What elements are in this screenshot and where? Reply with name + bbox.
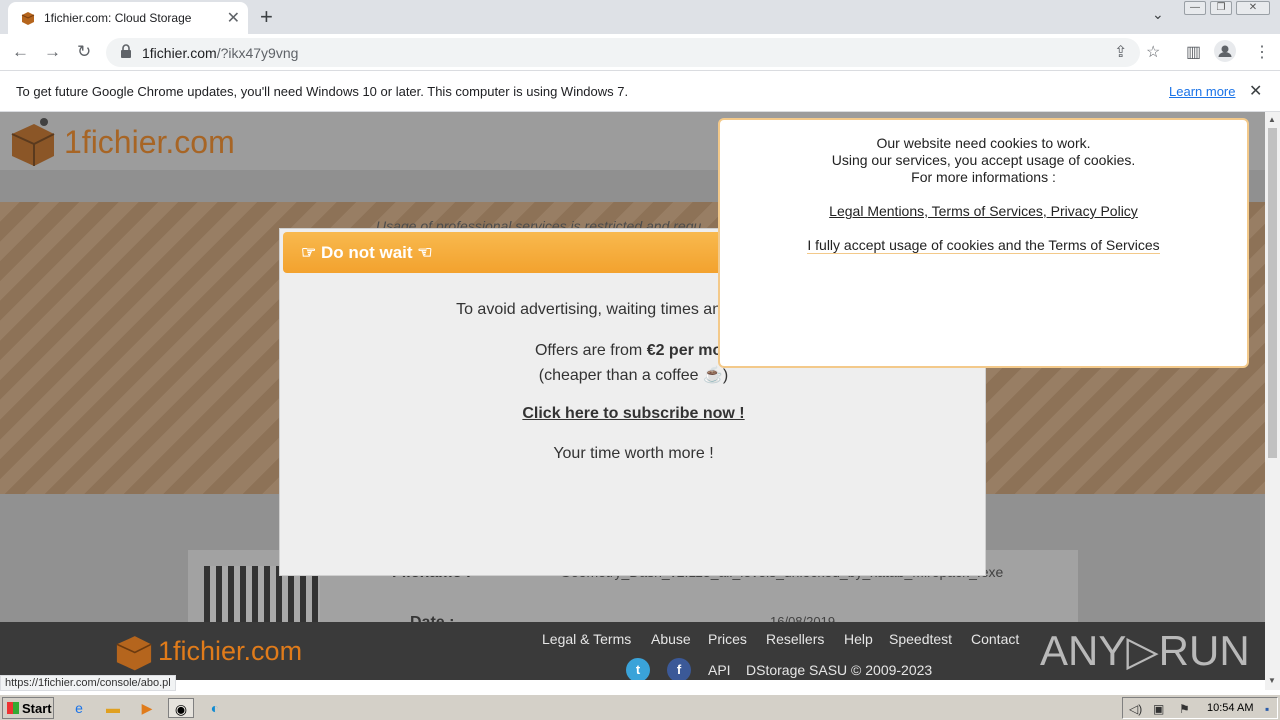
sidepanel-icon[interactable]: ▥	[1186, 42, 1201, 62]
footer-link-prices[interactable]: Prices	[708, 631, 747, 647]
footer-link-help[interactable]: Help	[844, 631, 873, 647]
show-desktop-icon[interactable]: ▪	[1265, 702, 1269, 716]
offers-prefix: Offers are from	[534, 342, 647, 359]
share-icon[interactable]: ⇪	[1114, 42, 1127, 62]
action-center-flag-icon[interactable]: ⚑	[1179, 702, 1190, 716]
address-bar[interactable]: 1fichier.com/?ikx47y9vng	[106, 38, 1140, 67]
page-viewport: 1fichier.com Usage of professional servi…	[0, 112, 1265, 680]
tab-title: 1fichier.com: Cloud Storage	[44, 11, 192, 25]
menu-icon[interactable]: ⋮	[1254, 42, 1270, 62]
start-label: Start	[22, 701, 52, 716]
update-infobar: To get future Google Chrome updates, you…	[0, 71, 1280, 112]
clock[interactable]: 10:54 AM	[1207, 702, 1253, 714]
window-close-button[interactable]: ✕	[1236, 1, 1270, 15]
new-tab-button[interactable]: +	[260, 4, 273, 30]
star-icon[interactable]: ☆	[1146, 42, 1160, 62]
browser-tab[interactable]: 1fichier.com: Cloud Storage ✕	[8, 2, 248, 34]
footer-logo-text[interactable]: 1fichier.com	[158, 636, 302, 667]
footer-link-legal[interactable]: Legal & Terms	[542, 631, 631, 647]
url-path: /?ikx47y9vng	[216, 45, 299, 61]
cookie-accept-link[interactable]: I fully accept usage of cookies and the …	[720, 237, 1247, 254]
reload-icon[interactable]: ↻	[77, 42, 91, 62]
cookie-line-3: For more informations :	[911, 169, 1056, 185]
minimize-button[interactable]: —	[1184, 1, 1206, 15]
explorer-folder-icon[interactable]: ▬	[102, 698, 124, 718]
network-icon[interactable]: ▣	[1153, 702, 1164, 716]
learn-more-link[interactable]: Learn more	[1169, 84, 1235, 99]
footer-link-contact[interactable]: Contact	[971, 631, 1019, 647]
tab-strip: 1fichier.com: Cloud Storage ✕ + ⌄ — ❐ ✕	[0, 0, 1280, 34]
footer-link-speedtest[interactable]: Speedtest	[889, 631, 952, 647]
cookie-legal-links[interactable]: Legal Mentions, Terms of Services, Priva…	[720, 203, 1247, 219]
browser-toolbar: ← → ↻ 1fichier.com/?ikx47y9vng ⇪ ☆ ▥ ⋮	[0, 34, 1280, 71]
footer-copyright: DStorage SASU © 2009-2023	[746, 662, 933, 678]
site-footer: 1fichier.com Legal & Terms Abuse Prices …	[0, 622, 1265, 680]
twitter-icon[interactable]: t	[626, 658, 650, 680]
forward-arrow-icon[interactable]: →	[44, 42, 61, 62]
status-url-bubble: https://1fichier.com/console/abo.pl	[0, 675, 176, 691]
cookie-accept-label[interactable]: I fully accept usage of cookies and the …	[807, 237, 1160, 254]
windows-taskbar: Start e ▬ ▶ ◉ ◐ ◁) ▣ ⚑ 10:54 AM ▪	[0, 694, 1280, 720]
chrome-taskbar-icon[interactable]: ◉	[168, 698, 194, 718]
footer-link-abuse[interactable]: Abuse	[651, 631, 691, 647]
infobar-close-icon[interactable]: ✕	[1249, 81, 1262, 101]
lock-icon	[121, 44, 131, 58]
edge-icon[interactable]: ◐	[204, 698, 226, 718]
cookie-line-2: Using our services, you accept usage of …	[831, 152, 1136, 168]
tab-close-icon[interactable]: ✕	[227, 8, 240, 28]
scroll-up-icon[interactable]: ▲	[1268, 115, 1276, 124]
subscribe-link[interactable]: Click here to subscribe now !	[280, 405, 987, 423]
footer-link-resellers[interactable]: Resellers	[766, 631, 824, 647]
profile-icon[interactable]	[1214, 40, 1236, 62]
scroll-down-icon[interactable]: ▼	[1268, 676, 1276, 685]
url-text: 1fichier.com/?ikx47y9vng	[142, 45, 298, 61]
anyrun-watermark: ANY▷RUN	[1040, 627, 1250, 674]
footer-link-api[interactable]: API	[708, 662, 731, 678]
url-host: 1fichier.com	[142, 45, 217, 61]
start-button[interactable]: Start	[2, 697, 54, 719]
facebook-icon[interactable]: f	[667, 658, 691, 680]
cookie-consent-box: Our website need cookies to work. Using …	[718, 118, 1249, 368]
volume-icon[interactable]: ◁)	[1129, 702, 1142, 716]
media-player-icon[interactable]: ▶	[136, 698, 158, 718]
page-scrollbar[interactable]: ▲ ▼	[1265, 112, 1280, 690]
infobar-message: To get future Google Chrome updates, you…	[16, 84, 629, 99]
back-arrow-icon[interactable]: ←	[12, 42, 29, 62]
system-tray: ◁) ▣ ⚑ 10:54 AM ▪	[1122, 697, 1278, 719]
modal-time-text: Your time worth more !	[553, 445, 714, 462]
ie-icon[interactable]: e	[68, 698, 90, 718]
modal-cheaper: (cheaper than a coffee ☕)	[538, 367, 729, 384]
cookie-line-1: Our website need cookies to work.	[876, 135, 1091, 151]
tab-search-icon[interactable]: ⌄	[1152, 6, 1164, 23]
footer-logo-icon	[116, 636, 152, 671]
restore-button[interactable]: ❐	[1210, 1, 1232, 15]
site-favicon-icon	[21, 12, 35, 25]
windows-logo-icon	[7, 702, 19, 714]
modal-title: ☞ Do not wait ☜	[301, 243, 433, 262]
scrollbar-thumb[interactable]	[1268, 128, 1277, 458]
